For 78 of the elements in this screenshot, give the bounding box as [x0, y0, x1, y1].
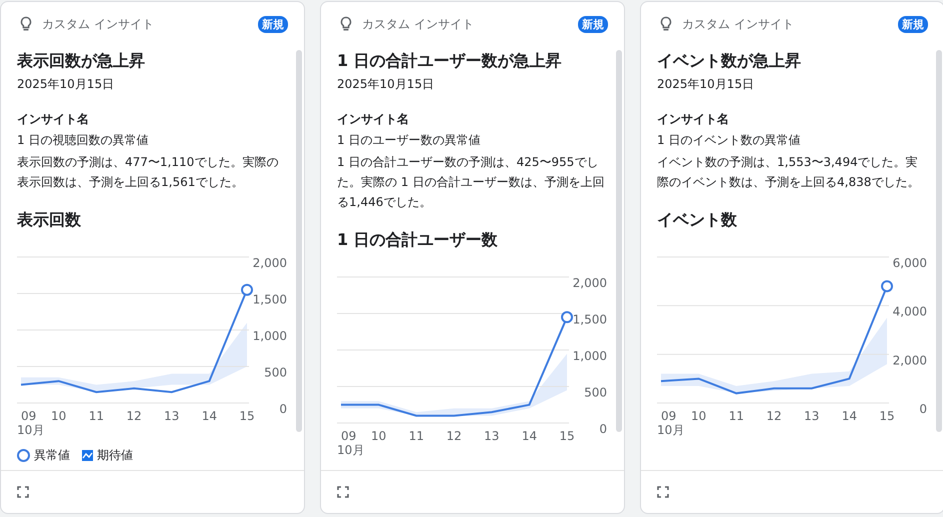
- x-tick-label: 15: [879, 409, 895, 423]
- y-tick-label: 6,000: [892, 256, 927, 270]
- x-tick-label: 12: [766, 409, 782, 423]
- anomaly-legend-icon: [17, 449, 30, 462]
- lightbulb-icon: [339, 16, 353, 32]
- legend-label: 異常値: [34, 447, 70, 464]
- x-tick-label: 10: [691, 409, 706, 423]
- insight-name-label: インサイト名: [657, 111, 730, 128]
- anomaly-point: [881, 280, 893, 292]
- y-tick-label: 1,500: [252, 292, 287, 306]
- y-tick-label: 0: [599, 422, 607, 436]
- x-tick-label: 10: [51, 409, 66, 423]
- insight-name: 1 日のイベント数の異常値: [657, 132, 802, 149]
- card-category: カスタム インサイト: [362, 16, 475, 32]
- y-tick-label: 0: [919, 402, 927, 416]
- expected-legend-icon: [82, 450, 93, 461]
- insight-date: 2025年10月15日: [337, 76, 436, 93]
- expand-icon[interactable]: [657, 486, 669, 498]
- insight-name: 1 日のユーザー数の異常値: [337, 132, 482, 149]
- insight-description: イベント数の予測は、1,553〜3,494でした。実際のイベント数は、予測を上回る4,838でした。: [657, 154, 920, 191]
- y-tick-label: 1,500: [572, 312, 607, 326]
- new-badge: 新規: [258, 16, 288, 32]
- new-badge: 新規: [898, 16, 928, 32]
- y-tick-label: 500: [264, 366, 287, 380]
- x-tick-label: 11: [408, 429, 424, 443]
- insight-title: イベント数が急上昇: [657, 50, 802, 72]
- x-tick-label: 12: [126, 409, 142, 423]
- insight-title: 表示回数が急上昇: [17, 50, 146, 72]
- y-tick-label: 2,000: [892, 353, 927, 368]
- y-tick-label: 2,000: [572, 276, 607, 290]
- scrollbar[interactable]: [936, 50, 942, 432]
- expand-icon[interactable]: [17, 486, 29, 498]
- card-category: カスタム インサイト: [42, 16, 155, 32]
- x-tick-label: 14: [202, 409, 217, 423]
- x-tick-label: 14: [522, 429, 537, 443]
- scrollbar[interactable]: [296, 50, 302, 432]
- y-tick-label: 2,000: [252, 256, 287, 270]
- x-tick-label: 11: [728, 409, 744, 423]
- x-tick-label: 15: [559, 429, 575, 443]
- x-tick-label: 09: [341, 429, 356, 443]
- insight-name: 1 日の視聴回数の異常値: [17, 132, 150, 149]
- month-label: 10月: [337, 443, 364, 457]
- insight-description: 表示回数の予測は、477〜1,110でした。実際の表示回数は、予測を上回る1,561でした。: [17, 154, 280, 191]
- anomaly-point: [561, 311, 573, 324]
- insight-name-label: インサイト名: [17, 111, 90, 128]
- new-badge: 新規: [578, 16, 608, 32]
- x-tick-label: 12: [446, 429, 462, 443]
- x-tick-label: 14: [842, 409, 857, 423]
- card-category: カスタム インサイト: [682, 16, 795, 32]
- x-tick-label: 09: [661, 409, 676, 423]
- y-tick-label: 1,000: [252, 329, 287, 343]
- y-tick-label: 500: [584, 386, 607, 400]
- x-tick-label: 09: [21, 409, 36, 423]
- y-tick-label: 1,000: [572, 349, 607, 363]
- lightbulb-icon: [19, 16, 33, 32]
- expand-icon[interactable]: [337, 486, 349, 498]
- insight-name-label: インサイト名: [337, 111, 410, 128]
- legend-label: 期待値: [97, 447, 133, 464]
- y-tick-label: 0: [279, 402, 287, 416]
- chart-title: イベント数: [657, 210, 738, 231]
- y-tick-label: 4,000: [892, 304, 927, 319]
- scrollbar[interactable]: [616, 50, 622, 432]
- x-tick-label: 13: [484, 429, 500, 443]
- chart-title: 1 日の合計ユーザー数: [337, 230, 499, 251]
- anomaly-point: [241, 284, 253, 296]
- month-label: 10月: [17, 423, 44, 437]
- month-label: 10月: [657, 423, 684, 437]
- x-tick-label: 15: [239, 409, 255, 423]
- insight-title: 1 日の合計ユーザー数が急上昇: [337, 50, 563, 72]
- x-tick-label: 10: [371, 429, 386, 443]
- lightbulb-icon: [659, 16, 673, 32]
- x-tick-label: 11: [88, 409, 104, 423]
- insight-description: 1 日の合計ユーザー数の予測は、425〜955でした。実際の 1 日の合計ユーザー数は、予測を上回る1,446でした。: [337, 154, 606, 211]
- x-tick-label: 13: [164, 409, 180, 423]
- x-tick-label: 13: [804, 409, 820, 423]
- chart-title: 表示回数: [17, 210, 82, 231]
- insight-date: 2025年10月15日: [17, 76, 116, 93]
- insight-date: 2025年10月15日: [657, 76, 756, 93]
